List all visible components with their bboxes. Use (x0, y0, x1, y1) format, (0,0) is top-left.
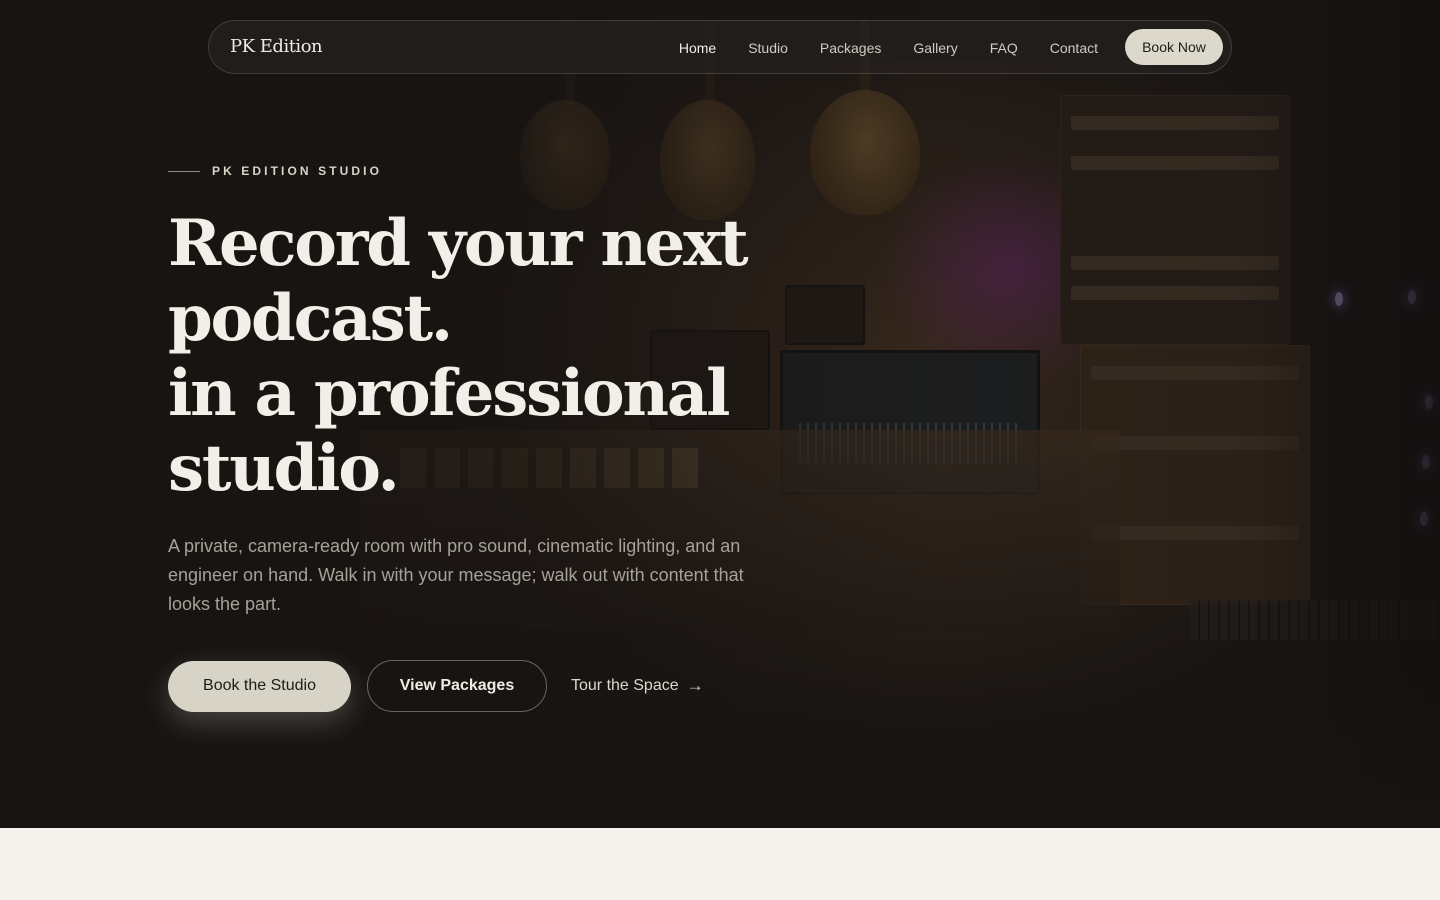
brand-logo[interactable]: PK Edition (230, 36, 323, 57)
eyebrow-text: PK EDITION STUDIO (212, 164, 383, 178)
nav-link-home[interactable]: Home (679, 40, 716, 56)
arrow-right-icon: → (686, 676, 704, 695)
nav-link-studio[interactable]: Studio (748, 40, 788, 56)
nav-link-faq[interactable]: FAQ (990, 40, 1018, 56)
eyebrow: PK EDITION STUDIO (168, 164, 568, 178)
nav-link-contact[interactable]: Contact (1050, 40, 1098, 56)
book-now-button[interactable]: Book Now (1125, 29, 1223, 65)
nav-links: Home Studio Packages Gallery FAQ Contact (679, 21, 1098, 75)
nav-link-gallery[interactable]: Gallery (913, 40, 957, 56)
hero-section: PK Edition Home Studio Packages Gallery … (0, 0, 1440, 828)
hero-headline: Record your next podcast. in a professio… (168, 206, 788, 506)
next-section (0, 828, 1440, 900)
tour-space-link[interactable]: Tour the Space → (571, 676, 704, 696)
headline-line-3: in a professional (168, 356, 730, 431)
hero-description: A private, camera-ready room with pro so… (168, 536, 744, 614)
nav-link-packages[interactable]: Packages (820, 40, 881, 56)
headline-line-1: Record your next (168, 206, 749, 281)
book-studio-button[interactable]: Book the Studio (168, 660, 351, 712)
tour-space-label: Tour the Space (571, 677, 679, 694)
top-navigation: PK Edition Home Studio Packages Gallery … (208, 20, 1232, 74)
view-packages-button[interactable]: View Packages (367, 660, 547, 712)
eyebrow-divider (168, 170, 200, 172)
headline-line-2: podcast. (168, 281, 453, 356)
hero-actions: Book the Studio View Packages Tour the S… (168, 660, 788, 712)
headline-line-4: studio. (168, 431, 400, 506)
